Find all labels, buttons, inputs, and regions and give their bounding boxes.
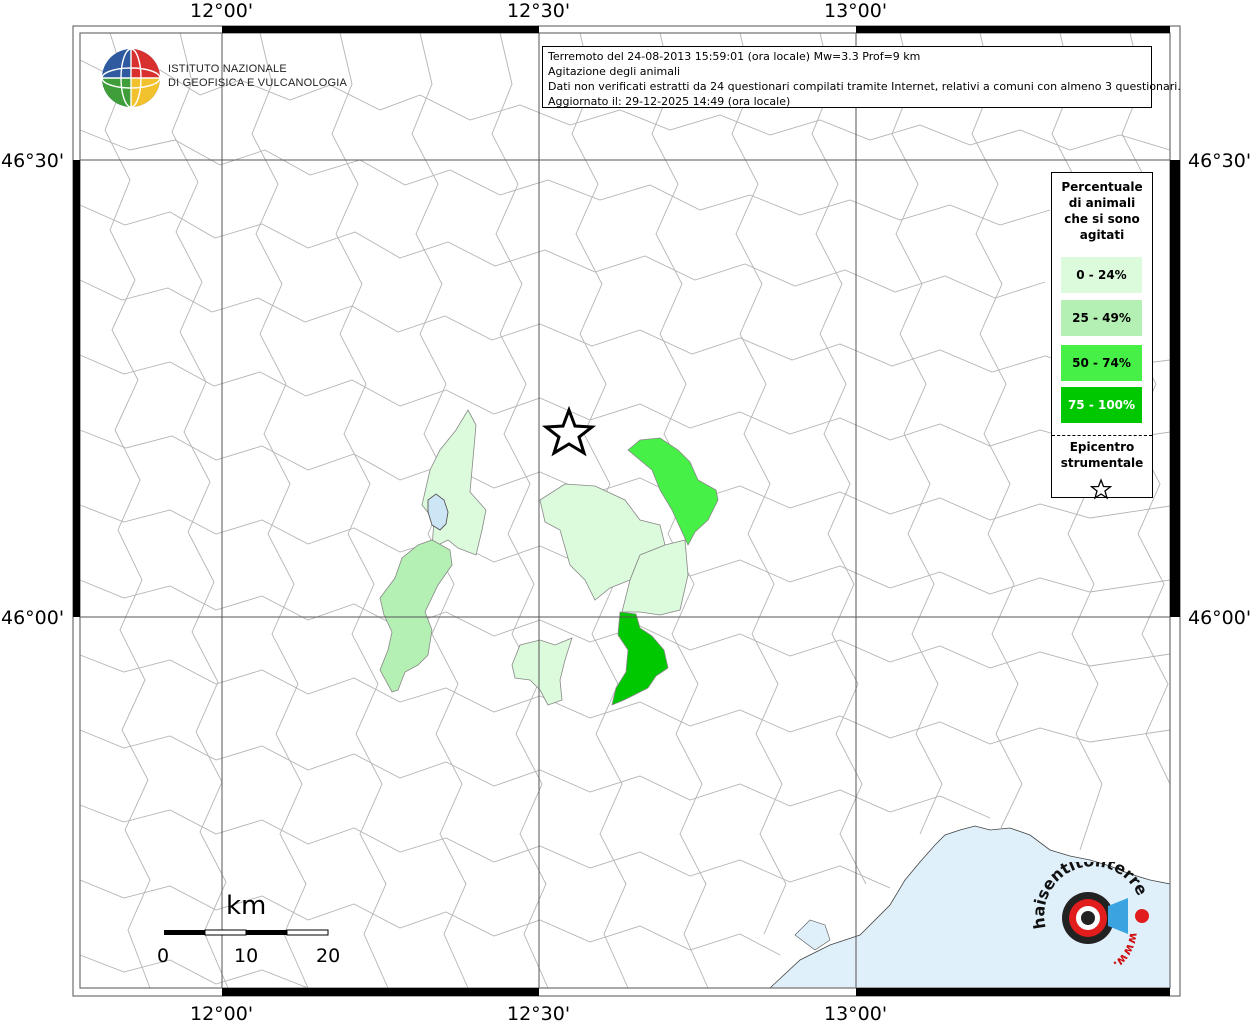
legend-class-75-100: 75 - 100% xyxy=(1061,387,1142,423)
lat-label-right-2: 46°00' xyxy=(1188,607,1251,629)
lon-label-bottom-2: 12°30' xyxy=(507,1003,570,1024)
legend-class-0-24: 0 - 24% xyxy=(1061,257,1142,293)
svg-text:www.: www. xyxy=(1111,931,1142,972)
ingv-name-line1: ISTITUTO NAZIONALE xyxy=(168,63,287,75)
legend-epicenter-line2: strumentale xyxy=(1060,456,1144,470)
legend-title-line3: che si sono xyxy=(1064,212,1140,226)
scale-unit: km xyxy=(226,891,266,921)
lon-label-top-1: 12°00' xyxy=(190,0,253,22)
ingv-name-line2: DI GEOFISICA E VULCANOLOGIA xyxy=(168,77,347,89)
event-info-box: Terremoto del 24-08-2013 15:59:01 (ora l… xyxy=(542,46,1181,108)
lon-label-top-3: 13°00' xyxy=(824,0,887,22)
legend-epicenter-label: Epicentro strumentale xyxy=(1052,439,1152,471)
legend: Percentuale di animali che si sono agita… xyxy=(1051,172,1153,500)
lon-label-bottom-1: 12°00' xyxy=(190,1003,253,1024)
haisentito-watermark-logo: haisentitoilterremoto.it www. xyxy=(1030,862,1152,972)
lon-label-bottom-3: 13°00' xyxy=(824,1003,887,1024)
lat-label-left-2: 46°00' xyxy=(1,607,64,629)
legend-title-line2: di animali xyxy=(1068,196,1136,210)
lon-label-top-2: 12°30' xyxy=(507,0,570,22)
legend-class-50-74: 50 - 74% xyxy=(1061,345,1142,381)
event-title: Terremoto del 24-08-2013 15:59:01 (ora l… xyxy=(548,50,921,63)
legend-title: Percentuale di animali che si sono agita… xyxy=(1052,179,1152,243)
legend-class-25-49: 25 - 49% xyxy=(1061,300,1142,336)
scale-tick-10: 10 xyxy=(234,945,258,967)
legend-epicenter-line1: Epicentro xyxy=(1069,440,1135,454)
watermark-www: www. xyxy=(1111,931,1142,972)
lat-label-right-1: 46°30' xyxy=(1188,150,1251,172)
legend-separator xyxy=(1052,435,1152,436)
legend-title-line1: Percentuale xyxy=(1061,180,1143,194)
legend-title-line4: agitati xyxy=(1079,228,1125,242)
update-time: Aggiornato il: 29-12-2025 14:49 (ora loc… xyxy=(548,95,791,108)
map-subject: Agitazione degli animali xyxy=(548,65,681,78)
scale-tick-0: 0 xyxy=(157,945,169,967)
lat-label-left-1: 46°30' xyxy=(1,150,64,172)
legend-star-icon xyxy=(1090,478,1112,500)
ingv-name: ISTITUTO NAZIONALE DI GEOFISICA E VULCAN… xyxy=(168,62,347,90)
scale-tick-20: 20 xyxy=(316,945,340,967)
ingv-globe-logo xyxy=(101,48,161,108)
data-note: Dati non verificati estratti da 24 quest… xyxy=(548,80,1181,93)
